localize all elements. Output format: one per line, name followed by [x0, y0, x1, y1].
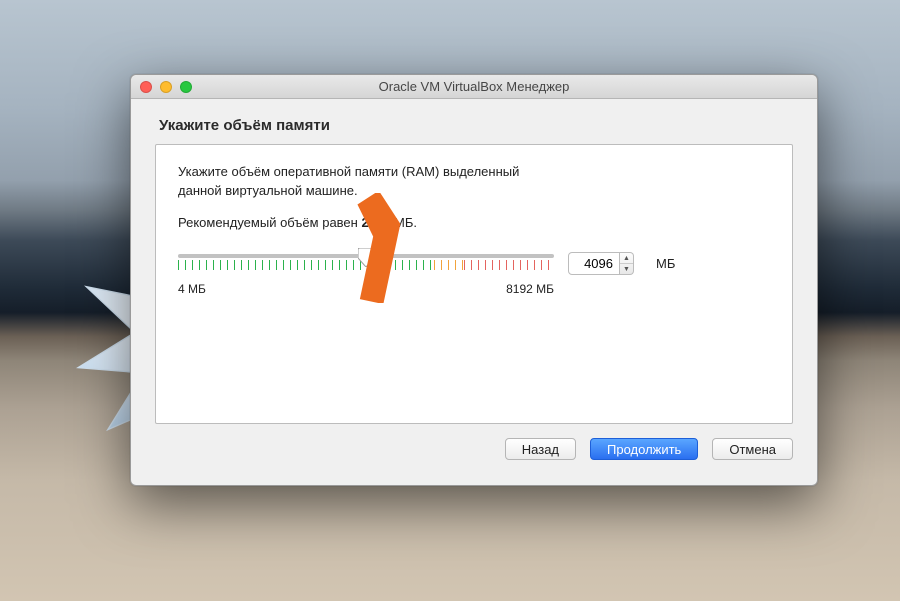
recommended-text: Рекомендуемый объём равен 2048 МБ. [178, 215, 770, 230]
recommended-prefix: Рекомендуемый объём равен [178, 215, 361, 230]
traffic-lights [140, 81, 192, 93]
slider-min-label: 4 МБ [178, 282, 206, 296]
slider-zone-green [178, 260, 434, 270]
page-heading: Укажите объём памяти [159, 117, 793, 134]
inset-panel: Укажите объём оперативной памяти (RAM) в… [155, 144, 793, 424]
close-window-button[interactable] [140, 81, 152, 93]
stepper-down-icon[interactable]: ▼ [620, 264, 633, 274]
memory-input[interactable] [568, 252, 620, 275]
slider-thumb[interactable] [358, 248, 374, 267]
continue-button[interactable]: Продолжить [590, 438, 698, 460]
slider-zone-red [464, 260, 554, 270]
slider-range-labels: 4 МБ 8192 МБ [178, 282, 554, 296]
zoom-window-button[interactable] [180, 81, 192, 93]
slider-max-label: 8192 МБ [506, 282, 554, 296]
memory-stepper[interactable]: ▲ ▼ [620, 252, 634, 275]
memory-slider[interactable] [178, 252, 554, 276]
minimize-window-button[interactable] [160, 81, 172, 93]
slider-zone-orange [434, 260, 464, 270]
recommended-suffix: МБ. [390, 215, 417, 230]
dialog-window: Oracle VM VirtualBox Менеджер Укажите об… [130, 74, 818, 486]
content-area: Укажите объём памяти Укажите объём опера… [131, 99, 817, 424]
stepper-up-icon[interactable]: ▲ [620, 253, 633, 264]
memory-input-group: ▲ ▼ [568, 252, 634, 275]
dialog-buttons: Назад Продолжить Отмена [131, 424, 817, 460]
description-text: Укажите объём оперативной памяти (RAM) в… [178, 163, 538, 201]
cancel-button[interactable]: Отмена [712, 438, 793, 460]
window-title: Oracle VM VirtualBox Менеджер [131, 79, 817, 94]
back-button[interactable]: Назад [505, 438, 576, 460]
titlebar: Oracle VM VirtualBox Менеджер [131, 75, 817, 99]
memory-unit-label: МБ [656, 256, 675, 271]
recommended-value: 2048 [361, 215, 390, 230]
memory-slider-row: ▲ ▼ МБ [178, 252, 770, 276]
